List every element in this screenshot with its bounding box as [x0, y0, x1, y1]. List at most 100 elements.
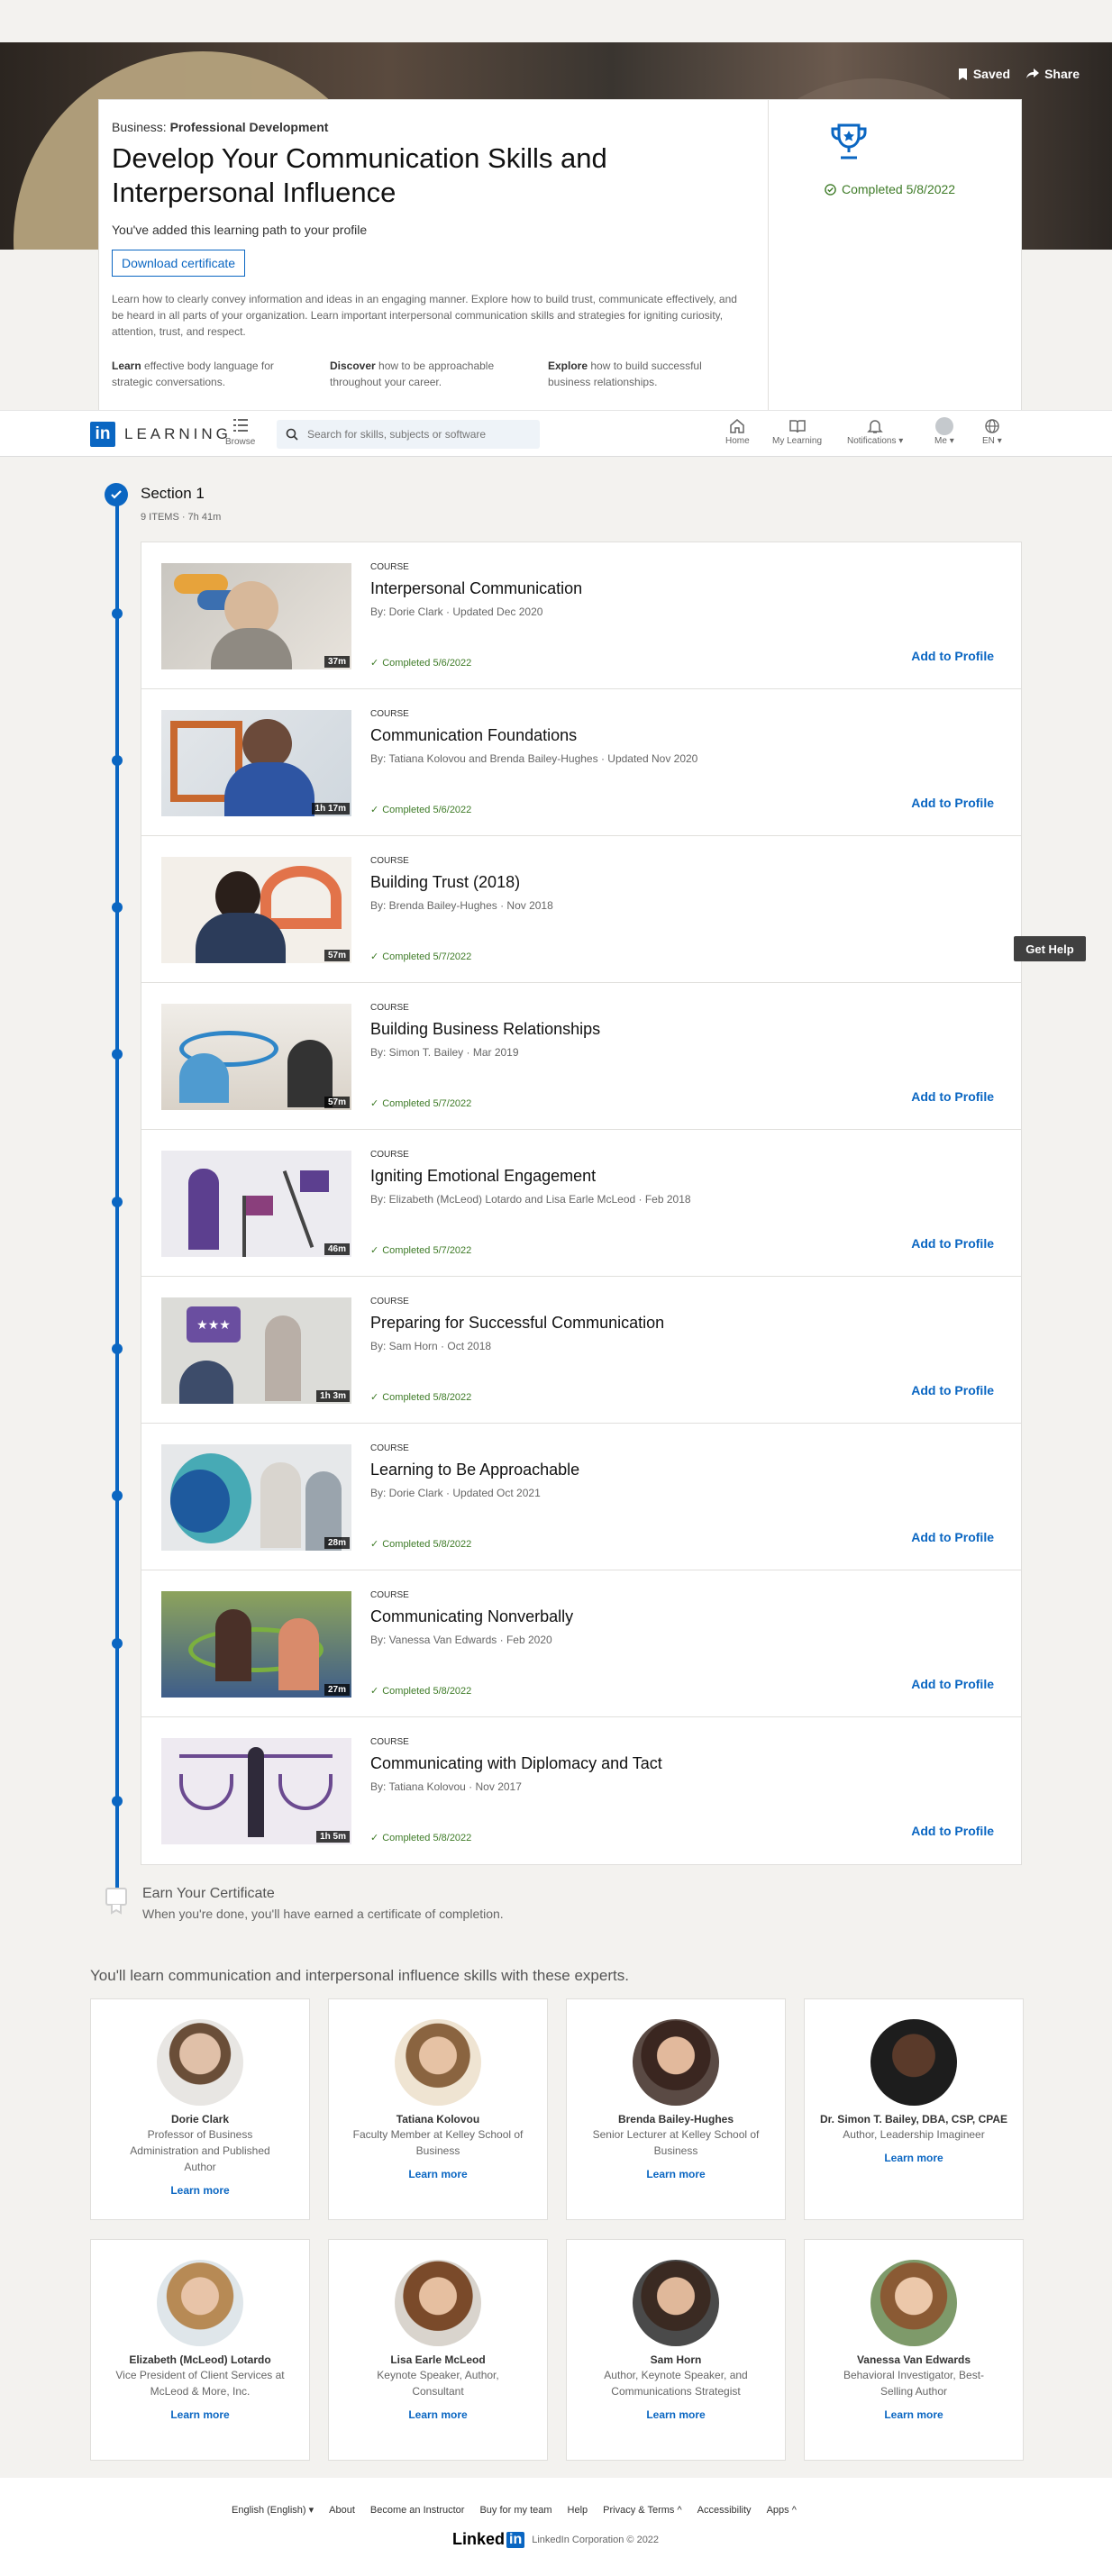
objective-verb: Explore	[548, 360, 588, 372]
course-completed: ✓ Completed 5/7/2022	[370, 1097, 471, 1110]
course-title[interactable]: Communicating with Diplomacy and Tact	[370, 1754, 662, 1773]
course-thumbnail[interactable]: 28m	[161, 1444, 351, 1551]
save-button[interactable]: Saved	[958, 67, 1010, 81]
apps-label: Apps	[766, 2504, 789, 2516]
search-icon	[286, 428, 298, 441]
footer-link-apps[interactable]: Apps ^	[767, 2505, 797, 2516]
course-type: COURSE	[370, 856, 409, 866]
expert-card[interactable]: Tatiana Kolovou Faculty Member at Kelley…	[328, 1998, 548, 2220]
course-thumbnail[interactable]: 57m	[161, 1004, 351, 1110]
share-button[interactable]: Share	[1026, 67, 1080, 81]
course-title[interactable]: Building Business Relationships	[370, 1020, 600, 1039]
expert-card[interactable]: Vanessa Van Edwards Behavioral Investiga…	[804, 2239, 1024, 2461]
course-item[interactable]: 1h 17m COURSE Communication Foundations …	[141, 689, 1021, 836]
nav-me-label: Me	[934, 436, 947, 446]
completed-date: Completed 5/7/2022	[382, 1244, 472, 1256]
timeline-dot	[112, 1197, 123, 1207]
duration-badge: 1h 5m	[316, 1831, 350, 1843]
add-to-profile-button[interactable]: Add to Profile	[911, 649, 994, 663]
course-thumbnail[interactable]: 37m	[161, 563, 351, 669]
expert-card[interactable]: Elizabeth (McLeod) Lotardo Vice Presiden…	[90, 2239, 310, 2461]
course-thumbnail[interactable]: 46m	[161, 1151, 351, 1257]
course-item[interactable]: 57m COURSE Building Business Relationshi…	[141, 983, 1021, 1130]
add-to-profile-button[interactable]: Add to Profile	[911, 1089, 994, 1104]
add-to-profile-button[interactable]: Add to Profile	[911, 1824, 994, 1838]
learn-more-link[interactable]: Learn more	[805, 2152, 1023, 2164]
course-title[interactable]: Interpersonal Communication	[370, 579, 582, 598]
course-item[interactable]: 27m COURSE Communicating Nonverbally By:…	[141, 1570, 1021, 1717]
nav-notifications[interactable]: Notifications ▾	[847, 416, 903, 446]
course-byline: By: Tatiana Kolovou · Nov 2017	[370, 1780, 522, 1793]
duration-badge: 27m	[324, 1684, 350, 1696]
learn-more-link[interactable]: Learn more	[91, 2408, 309, 2421]
learn-more-link[interactable]: Learn more	[805, 2408, 1023, 2421]
footer-link-about[interactable]: About	[329, 2505, 355, 2516]
course-title[interactable]: Communicating Nonverbally	[370, 1607, 573, 1626]
added-notice: You've added this learning path to your …	[112, 223, 368, 237]
completed-date: Completed 5/8/2022	[382, 1832, 472, 1843]
share-icon	[1026, 68, 1040, 78]
course-thumbnail[interactable]: 1h 17m	[161, 710, 351, 816]
course-completed: ✓ Completed 5/6/2022	[370, 804, 471, 816]
nav-home[interactable]: Home	[725, 416, 750, 446]
nav-my-learning[interactable]: My Learning	[772, 416, 822, 446]
expert-card[interactable]: Dr. Simon T. Bailey, DBA, CSP, CPAE Auth…	[804, 1998, 1024, 2220]
timeline-dot	[112, 1796, 123, 1807]
learn-more-link[interactable]: Learn more	[329, 2408, 547, 2421]
section-title[interactable]: Section 1	[141, 485, 205, 503]
add-to-profile-button[interactable]: Add to Profile	[911, 1677, 994, 1691]
course-item[interactable]: 57m COURSE Building Trust (2018) By: Bre…	[141, 836, 1021, 983]
linkedin-learning-logo[interactable]: in LEARNING	[90, 422, 232, 447]
expert-card[interactable]: Sam Horn Author, Keynote Speaker, and Co…	[566, 2239, 786, 2461]
learn-more-link[interactable]: Learn more	[567, 2408, 785, 2421]
course-item[interactable]: 28m COURSE Learning to Be Approachable B…	[141, 1424, 1021, 1570]
search-bar[interactable]	[277, 420, 540, 449]
get-help-button[interactable]: Get Help	[1014, 936, 1086, 961]
expert-card[interactable]: Dorie Clark Professor of Business Admini…	[90, 1998, 310, 2220]
search-input[interactable]	[307, 428, 524, 441]
course-item[interactable]: 1h 5m COURSE Communicating with Diplomac…	[141, 1717, 1021, 1864]
course-title[interactable]: Learning to Be Approachable	[370, 1461, 579, 1479]
footer-language-select[interactable]: English (English) ▾	[232, 2504, 314, 2516]
course-item[interactable]: ★★★ 1h 3m COURSE Preparing for Successfu…	[141, 1277, 1021, 1424]
nav-language[interactable]: EN ▾	[982, 416, 1002, 446]
footer-link-accessibility[interactable]: Accessibility	[697, 2505, 752, 2516]
add-to-profile-button[interactable]: Add to Profile	[911, 1530, 994, 1544]
add-to-profile-button[interactable]: Add to Profile	[911, 1236, 994, 1251]
check-circle-icon: ✓	[370, 1098, 379, 1109]
download-certificate-button[interactable]: Download certificate	[112, 250, 246, 277]
learn-more-link[interactable]: Learn more	[91, 2184, 309, 2197]
footer-link-help[interactable]: Help	[568, 2505, 588, 2516]
browse-button[interactable]: Browse	[225, 416, 255, 447]
course-type: COURSE	[370, 1590, 409, 1600]
course-title[interactable]: Building Trust (2018)	[370, 873, 520, 892]
language-label: English (English)	[232, 2505, 306, 2516]
footer-link-instructor[interactable]: Become an Instructor	[370, 2505, 465, 2516]
check-circle-icon: ✓	[370, 951, 379, 962]
duration-badge: 46m	[324, 1243, 350, 1255]
add-to-profile-button[interactable]: Add to Profile	[911, 796, 994, 810]
course-title[interactable]: Preparing for Successful Communication	[370, 1314, 664, 1333]
course-thumbnail[interactable]: 27m	[161, 1591, 351, 1698]
course-title[interactable]: Communication Foundations	[370, 726, 577, 745]
footer-link-privacy[interactable]: Privacy & Terms ^	[603, 2505, 682, 2516]
course-type: COURSE	[370, 1737, 409, 1747]
course-item[interactable]: 37m COURSE Interpersonal Communication B…	[141, 542, 1021, 689]
duration-badge: 1h 3m	[316, 1390, 350, 1402]
footer-link-buy[interactable]: Buy for my team	[479, 2505, 551, 2516]
course-thumbnail[interactable]: 57m	[161, 857, 351, 963]
nav-notifications-label: Notifications	[847, 436, 897, 446]
add-to-profile-button[interactable]: Add to Profile	[911, 1383, 994, 1397]
course-title[interactable]: Igniting Emotional Engagement	[370, 1167, 596, 1186]
nav-me[interactable]: Me ▾	[934, 416, 954, 446]
course-thumbnail[interactable]: ★★★ 1h 3m	[161, 1297, 351, 1404]
expert-card[interactable]: Brenda Bailey-Hughes Senior Lecturer at …	[566, 1998, 786, 2220]
learn-more-link[interactable]: Learn more	[567, 2168, 785, 2180]
path-kicker: Business: Professional Development	[112, 120, 755, 134]
page-title: Develop Your Communication Skills and In…	[112, 142, 607, 208]
course-thumbnail[interactable]: 1h 5m	[161, 1738, 351, 1844]
learn-more-link[interactable]: Learn more	[329, 2168, 547, 2180]
timeline-dot	[112, 902, 123, 913]
expert-card[interactable]: Lisa Earle McLeod Keynote Speaker, Autho…	[328, 2239, 548, 2461]
course-item[interactable]: 46m COURSE Igniting Emotional Engagement…	[141, 1130, 1021, 1277]
